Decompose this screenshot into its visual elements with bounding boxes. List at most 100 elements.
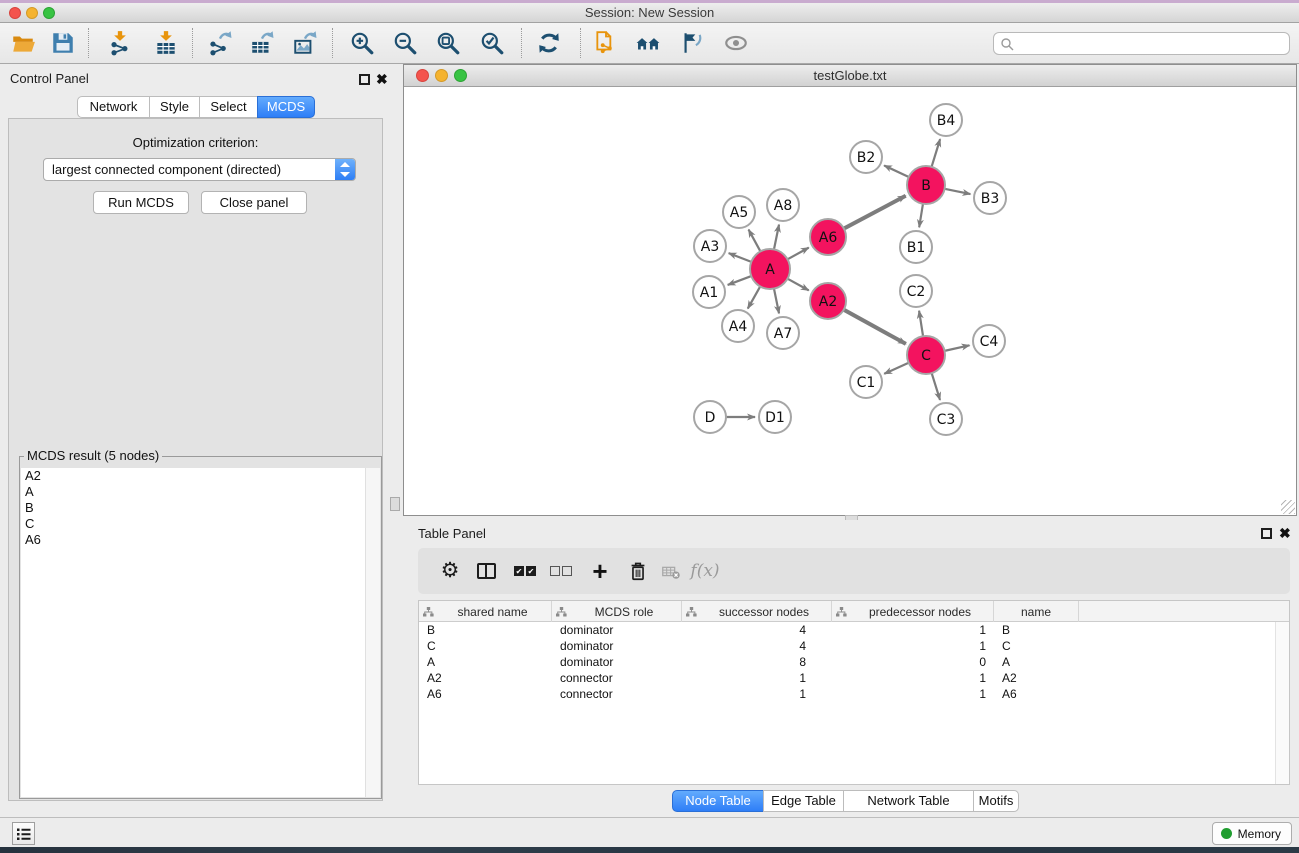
zoom-selected-icon[interactable] [475, 26, 509, 60]
graph-node-A3[interactable]: A3 [694, 230, 726, 262]
save-session-icon[interactable] [46, 26, 80, 60]
export-table-icon[interactable] [245, 26, 279, 60]
network-close-button[interactable] [416, 69, 429, 82]
graph-node-D[interactable]: D [694, 401, 726, 433]
node-table: shared nameMCDS rolesuccessor nodes prede… [418, 600, 1290, 785]
tab-edge-table[interactable]: Edge Table [763, 790, 844, 812]
table-row[interactable]: Adominator80A [419, 654, 1275, 670]
hide-details-icon[interactable] [674, 26, 708, 60]
export-image-icon[interactable] [288, 26, 322, 60]
result-item[interactable]: B [21, 500, 380, 516]
refresh-icon[interactable] [532, 26, 566, 60]
graph-node-C2[interactable]: C2 [900, 275, 932, 307]
graph-node-B2[interactable]: B2 [850, 141, 882, 173]
tab-motifs[interactable]: Motifs [973, 790, 1019, 812]
deselect-all-icon[interactable] [546, 556, 576, 586]
column-header-MCDS-role[interactable]: MCDS role [552, 601, 682, 622]
graph-node-C4[interactable]: C4 [973, 325, 1005, 357]
tab-style[interactable]: Style [149, 96, 200, 118]
graph-node-D1[interactable]: D1 [759, 401, 791, 433]
export-network-icon[interactable] [203, 26, 237, 60]
search-input[interactable] [1018, 34, 1283, 53]
task-history-button[interactable] [12, 822, 35, 845]
table-scrollbar[interactable] [1275, 622, 1289, 784]
function-builder-icon[interactable]: f(x) [690, 556, 720, 586]
search-field[interactable] [993, 32, 1290, 55]
float-panel-icon[interactable] [359, 74, 370, 85]
zoom-out-icon[interactable] [388, 26, 422, 60]
criterion-dropdown[interactable]: largest connected component (directed) [43, 158, 356, 181]
clone-network-icon[interactable] [589, 26, 623, 60]
table-cell: 1 [832, 638, 994, 654]
column-header-name[interactable]: name [994, 601, 1079, 622]
graph-node-B3[interactable]: B3 [974, 182, 1006, 214]
delete-icon[interactable] [623, 556, 653, 586]
graph-node-C[interactable]: C [907, 336, 945, 374]
graph-node-B[interactable]: B [907, 166, 945, 204]
maximize-window-button[interactable] [43, 7, 55, 19]
status-bar: Memory [0, 817, 1299, 847]
graph-node-B4[interactable]: B4 [930, 104, 962, 136]
open-file-icon[interactable] [6, 26, 40, 60]
graph-node-A[interactable]: A [750, 249, 790, 289]
table-close-icon[interactable]: ✖ [1279, 526, 1291, 540]
table-row[interactable]: Cdominator41C [419, 638, 1275, 654]
select-all-icon[interactable]: ✔✔ [510, 556, 540, 586]
memory-button[interactable]: Memory [1212, 822, 1292, 845]
graph-node-C1[interactable]: C1 [850, 366, 882, 398]
graph-node-A7[interactable]: A7 [767, 317, 799, 349]
resize-grip-icon[interactable] [1281, 500, 1295, 514]
list-icon [16, 826, 32, 842]
column-label: predecessor nodes [847, 605, 993, 619]
run-mcds-button[interactable]: Run MCDS [93, 191, 189, 214]
result-item[interactable]: C [21, 516, 380, 532]
tab-mcds[interactable]: MCDS [257, 96, 315, 118]
add-column-icon[interactable]: + [585, 556, 615, 586]
table-row[interactable]: A6connector11A6 [419, 686, 1275, 702]
result-item[interactable]: A [21, 484, 380, 500]
tab-node-table[interactable]: Node Table [672, 790, 764, 812]
column-header-shared-name[interactable]: shared name [419, 601, 552, 622]
column-header-successor-nodes[interactable]: successor nodes [682, 601, 832, 622]
graph-edge-A-A2 [788, 279, 809, 291]
close-window-button[interactable] [9, 7, 21, 19]
close-panel-icon[interactable]: ✖ [376, 72, 388, 86]
table-row[interactable]: A2connector11A2 [419, 670, 1275, 686]
gear-icon[interactable]: ⚙ [435, 556, 465, 586]
delete-table-icon[interactable] [656, 556, 686, 586]
search-icon [1000, 37, 1015, 52]
network-maximize-button[interactable] [454, 69, 467, 82]
graph-node-A8[interactable]: A8 [767, 189, 799, 221]
graph-node-A1[interactable]: A1 [693, 276, 725, 308]
table-float-icon[interactable] [1261, 528, 1272, 539]
graph-node-A5[interactable]: A5 [723, 196, 755, 228]
result-list-scrollbar[interactable] [365, 468, 380, 797]
graph-node-A6[interactable]: A6 [810, 219, 846, 255]
close-panel-button[interactable]: Close panel [201, 191, 307, 214]
result-item[interactable]: A6 [21, 532, 380, 548]
result-item[interactable]: A2 [21, 468, 380, 484]
column-header-predecessor-nodes[interactable]: predecessor nodes [832, 601, 994, 622]
first-neighbors-icon[interactable] [631, 26, 665, 60]
network-window-titlebar[interactable]: testGlobe.txt [404, 65, 1296, 87]
tab-network[interactable]: Network [77, 96, 150, 118]
graph-edge-A-A5 [749, 230, 761, 252]
minimize-window-button[interactable] [26, 7, 38, 19]
import-table-icon[interactable] [149, 26, 183, 60]
graph-node-B1[interactable]: B1 [900, 231, 932, 263]
tab-select[interactable]: Select [199, 96, 258, 118]
graph-node-A4[interactable]: A4 [722, 310, 754, 342]
table-row[interactable]: Bdominator41B [419, 622, 1275, 638]
tab-network-table[interactable]: Network Table [843, 790, 974, 812]
network-minimize-button[interactable] [435, 69, 448, 82]
show-details-icon[interactable] [719, 26, 753, 60]
zoom-fit-icon[interactable] [431, 26, 465, 60]
graph-node-A2[interactable]: A2 [810, 283, 846, 319]
network-canvas[interactable]: A A1 A2 A3 A4 A5 A6 A7 A8 B B1 B2 B3 B4 C C1 C2 C3 C4 D D1 [404, 87, 1296, 515]
graph-node-C3[interactable]: C3 [930, 403, 962, 435]
columns-icon[interactable] [471, 556, 501, 586]
table-cell: A2 [419, 670, 552, 686]
import-network-icon[interactable] [103, 26, 137, 60]
zoom-in-icon[interactable] [345, 26, 379, 60]
vertical-split-handle[interactable] [390, 497, 400, 511]
